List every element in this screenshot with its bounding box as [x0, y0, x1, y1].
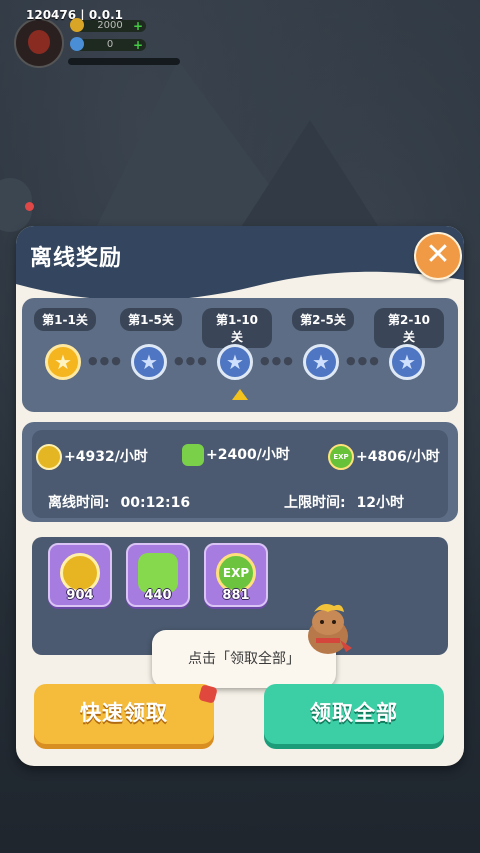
reward-item-gold[interactable]: 904 [48, 543, 112, 607]
stage-node-4: 第2-5关 ★ [288, 308, 358, 380]
stage-node-3: 第1-10关 ★ [202, 308, 272, 380]
gold-star-icon: ★ [45, 344, 81, 380]
claim-all-button[interactable]: 领取全部 [264, 684, 444, 744]
limit-time: 上限时间: 12小时 [284, 492, 404, 512]
offline-time: 离线时间: 00:12:16 [48, 492, 190, 512]
gold-rate-value: +4932/小时 [64, 449, 148, 465]
offline-time-label: 离线时间: [48, 495, 110, 511]
progress-dots: ●●● [346, 354, 381, 367]
capybara-mascot-icon [308, 604, 352, 654]
exp-rate: EXP +4806/小时 [328, 444, 440, 470]
exp-rate-value: +4806/小时 [356, 449, 440, 465]
stage-label: 第2-10关 [374, 308, 444, 348]
potion-rate: +2400/小时 [182, 444, 290, 466]
xp-bar [68, 58, 180, 65]
reward-item-potion[interactable]: 440 [126, 543, 190, 607]
blue-star-icon: ★ [389, 344, 425, 380]
offline-time-value: 00:12:16 [120, 495, 191, 511]
current-stage-pointer-icon [232, 389, 248, 400]
stage-label: 第1-10关 [202, 308, 272, 348]
close-button[interactable]: ✕ [414, 232, 462, 280]
gem-resource: 0 + [70, 37, 146, 52]
gem-icon [70, 37, 84, 51]
add-gem-icon[interactable]: + [133, 38, 143, 52]
progress-dots: ●●● [174, 354, 209, 367]
stage-label: 第1-5关 [120, 308, 182, 331]
reward-item-exp[interactable]: EXP 881 [204, 543, 268, 607]
rates-section: +4932/小时 +2400/小时 EXP +4806/小时 离线时间: 00:1… [22, 422, 458, 522]
exp-orb-icon: EXP [216, 553, 256, 593]
stage-label: 第1-1关 [34, 308, 96, 331]
exp-orb-icon: EXP [328, 444, 354, 470]
gold-coin-icon [60, 553, 100, 593]
gold-resource: 2000 + [70, 18, 146, 33]
notification-dot [25, 202, 34, 211]
panel-title: 离线奖励 [30, 246, 123, 271]
blue-star-icon: ★ [303, 344, 339, 380]
blue-star-icon: ★ [131, 344, 167, 380]
progress-dots: ●●● [88, 354, 123, 367]
potion-rate-value: +2400/小时 [206, 447, 290, 463]
green-potion-icon [138, 553, 178, 593]
stage-node-2: 第1-5关 ★ [116, 308, 186, 380]
limit-time-label: 上限时间: [284, 495, 346, 511]
progress-dots: ●●● [260, 354, 295, 367]
quick-claim-button[interactable]: 快速领取 [34, 684, 214, 744]
stage-node-5: 第2-10关 ★ [374, 308, 444, 380]
gold-coin-icon [70, 18, 84, 32]
limit-time-value: 12小时 [356, 495, 404, 511]
player-avatar[interactable] [14, 18, 64, 68]
add-gold-icon[interactable]: + [133, 19, 143, 33]
gold-coin-icon [36, 444, 62, 470]
stage-label: 第2-5关 [292, 308, 354, 331]
gem-value: 0 [106, 39, 114, 50]
blue-star-icon: ★ [217, 344, 253, 380]
panel-header: 离线奖励 [16, 226, 464, 306]
gold-rate: +4932/小时 [36, 444, 148, 470]
reward-count: 904 [66, 588, 94, 603]
reward-count: 881 [222, 588, 250, 603]
reward-count: 440 [144, 588, 172, 603]
green-potion-icon [182, 444, 204, 466]
stage-node-1: 第1-1关 ★ [30, 308, 100, 380]
gold-value: 2000 [97, 20, 123, 31]
